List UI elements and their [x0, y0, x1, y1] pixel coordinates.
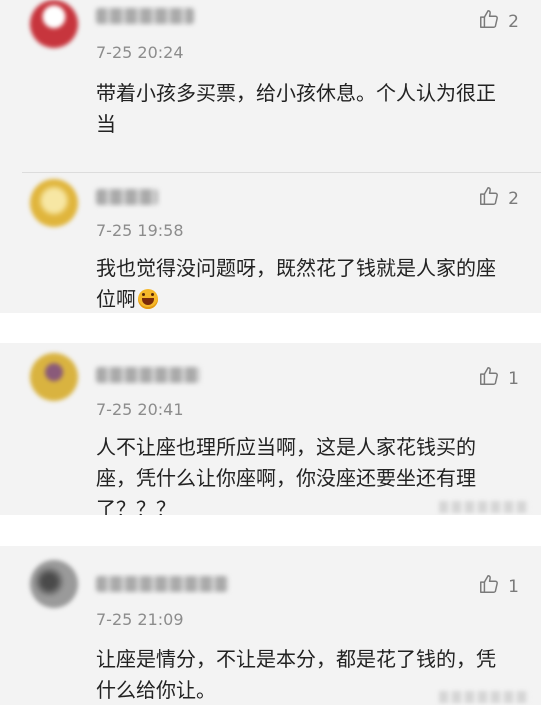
- comment-panel: 1 7-25 21:09 让座是情分，不让是本分，都是花了钱的，凭什么给你让。: [0, 546, 541, 705]
- comment-item: 1 7-25 20:41 人不让座也理所应当啊，这是人家花钱买的座，凭什么让你座…: [0, 343, 541, 515]
- comment-time: 7-25 21:09: [96, 610, 184, 629]
- like-button[interactable]: 2: [478, 8, 519, 35]
- username[interactable]: [96, 576, 228, 592]
- comment-item: 2 7-25 20:24 带着小孩多买票，给小孩休息。个人认为很正当: [0, 0, 541, 172]
- like-count: 2: [508, 11, 519, 32]
- comment-time: 7-25 20:24: [96, 43, 184, 62]
- comment-item: 2 7-25 19:58 我也觉得没问题呀，既然花了钱就是人家的座位啊: [0, 173, 541, 313]
- username[interactable]: [96, 189, 158, 205]
- watermark: [439, 501, 529, 513]
- avatar[interactable]: [30, 179, 78, 227]
- comment-panel: 1 7-25 20:41 人不让座也理所应当啊，这是人家花钱买的座，凭什么让你座…: [0, 343, 541, 515]
- thumbs-up-icon: [478, 8, 500, 35]
- comment-text: 我也觉得没问题呀，既然花了钱就是人家的座位啊: [96, 253, 514, 313]
- like-count: 2: [508, 188, 519, 209]
- comment-panel: 2 7-25 20:24 带着小孩多买票，给小孩休息。个人认为很正当 2 7-2…: [0, 0, 541, 313]
- username[interactable]: [96, 8, 194, 24]
- like-count: 1: [508, 576, 519, 597]
- thumbs-up-icon: [478, 185, 500, 212]
- like-button[interactable]: 1: [478, 365, 519, 392]
- comment-time: 7-25 20:41: [96, 400, 184, 419]
- avatar[interactable]: [30, 560, 78, 608]
- watermark: [439, 691, 529, 703]
- like-count: 1: [508, 368, 519, 389]
- like-button[interactable]: 1: [478, 573, 519, 600]
- thumbs-up-icon: [478, 573, 500, 600]
- comment-time: 7-25 19:58: [96, 221, 184, 240]
- comment-text: 带着小孩多买票，给小孩休息。个人认为很正当: [96, 81, 496, 136]
- avatar[interactable]: [30, 0, 78, 48]
- avatar[interactable]: [30, 353, 78, 401]
- laughing-emoji-icon: [138, 289, 158, 309]
- like-button[interactable]: 2: [478, 185, 519, 212]
- comment-item: 1 7-25 21:09 让座是情分，不让是本分，都是花了钱的，凭什么给你让。: [0, 546, 541, 705]
- thumbs-up-icon: [478, 365, 500, 392]
- username[interactable]: [96, 367, 200, 383]
